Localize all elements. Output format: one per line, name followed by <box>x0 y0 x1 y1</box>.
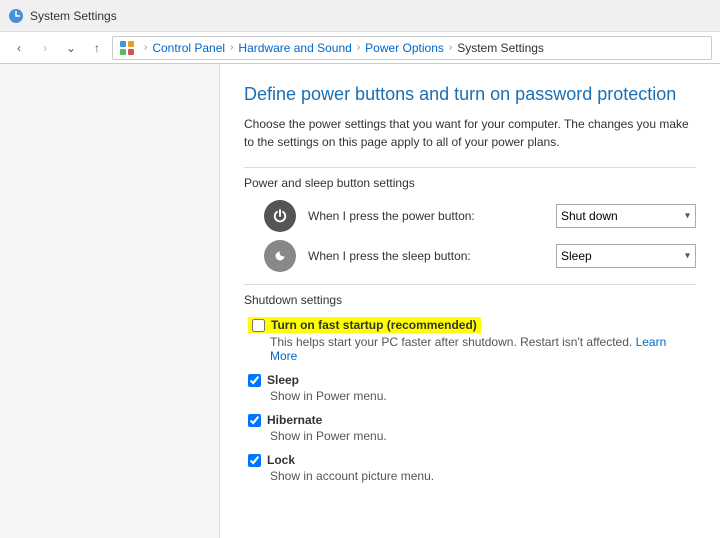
sleep-dropdown-wrapper: Sleep Hibernate Shut down Turn off the d… <box>556 244 696 268</box>
fast-startup-highlight-row: Turn on fast startup (recommended) <box>248 317 481 333</box>
power-icon-circle <box>264 200 296 232</box>
sleep-subtext: Show in Power menu. <box>248 389 696 403</box>
breadcrumb-sep-3: › <box>449 42 452 53</box>
breadcrumb-sep-1: › <box>230 42 233 53</box>
sleep-button-row: When I press the sleep button: Sleep Hib… <box>244 240 696 272</box>
shutdown-item-sleep: Sleep Show in Power menu. <box>244 373 696 403</box>
sleep-checkbox[interactable] <box>248 374 261 387</box>
fast-startup-subtext: This helps start your PC faster after sh… <box>248 335 696 363</box>
breadcrumb-item-hardware[interactable]: Hardware and Sound <box>238 41 351 55</box>
back-icon: ‹ <box>17 41 21 55</box>
title-bar-icon <box>8 8 24 24</box>
page-title: Define power buttons and turn on passwor… <box>244 84 696 105</box>
power-icon <box>271 207 289 225</box>
dropdown-icon: ⌄ <box>66 41 76 55</box>
description: Choose the power settings that you want … <box>244 115 696 151</box>
section-separator-1 <box>244 167 696 168</box>
sleep-button-label: When I press the sleep button: <box>308 249 544 263</box>
shutdown-section: Turn on fast startup (recommended) This … <box>244 317 696 483</box>
shutdown-section-label: Shutdown settings <box>244 293 696 307</box>
lock-label[interactable]: Lock <box>267 453 295 467</box>
main-content: Define power buttons and turn on passwor… <box>220 64 720 538</box>
power-dropdown-wrapper: Shut down Sleep Hibernate Turn off the d… <box>556 204 696 228</box>
power-button-label: When I press the power button: <box>308 209 544 223</box>
recent-button[interactable]: ⌄ <box>60 37 82 59</box>
breadcrumb-sep-0: › <box>144 42 147 53</box>
sidebar <box>0 64 220 538</box>
sleep-checkbox-row: Sleep <box>248 373 696 387</box>
hibernate-checkbox-row: Hibernate <box>248 413 696 427</box>
address-bar: ‹ › ⌄ ↑ › Control Panel › Hardware and S… <box>0 32 720 64</box>
back-button[interactable]: ‹ <box>8 37 30 59</box>
forward-icon: › <box>43 41 47 55</box>
sleep-button-dropdown[interactable]: Sleep Hibernate Shut down Turn off the d… <box>556 244 696 268</box>
hibernate-label[interactable]: Hibernate <box>267 413 322 427</box>
breadcrumb: › Control Panel › Hardware and Sound › P… <box>112 36 712 60</box>
shutdown-item-lock: Lock Show in account picture menu. <box>244 453 696 483</box>
lock-checkbox-row: Lock <box>248 453 696 467</box>
sleep-icon <box>271 247 289 265</box>
up-button[interactable]: ↑ <box>86 37 108 59</box>
hibernate-subtext: Show in Power menu. <box>248 429 696 443</box>
power-sleep-section-label: Power and sleep button settings <box>244 176 696 190</box>
power-sleep-settings: When I press the power button: Shut down… <box>244 200 696 272</box>
shutdown-item-hibernate: Hibernate Show in Power menu. <box>244 413 696 443</box>
lock-subtext: Show in account picture menu. <box>248 469 696 483</box>
lock-checkbox[interactable] <box>248 454 261 467</box>
hibernate-checkbox[interactable] <box>248 414 261 427</box>
title-bar: System Settings <box>0 0 720 32</box>
control-panel-icon <box>119 40 135 56</box>
title-bar-text: System Settings <box>30 9 117 23</box>
shutdown-item-fast-startup: Turn on fast startup (recommended) This … <box>244 317 696 363</box>
section-separator-2 <box>244 284 696 285</box>
power-button-row: When I press the power button: Shut down… <box>244 200 696 232</box>
breadcrumb-sep-2: › <box>357 42 360 53</box>
fast-startup-checkbox[interactable] <box>252 319 265 332</box>
breadcrumb-item-power[interactable]: Power Options <box>365 41 444 55</box>
breadcrumb-current: System Settings <box>457 41 544 55</box>
breadcrumb-item-control-panel[interactable]: Control Panel <box>152 41 225 55</box>
sleep-icon-circle <box>264 240 296 272</box>
forward-button[interactable]: › <box>34 37 56 59</box>
up-icon: ↑ <box>94 41 100 55</box>
fast-startup-label[interactable]: Turn on fast startup (recommended) <box>271 318 477 332</box>
sleep-label[interactable]: Sleep <box>267 373 299 387</box>
power-button-dropdown[interactable]: Shut down Sleep Hibernate Turn off the d… <box>556 204 696 228</box>
main-layout: Define power buttons and turn on passwor… <box>0 64 720 538</box>
